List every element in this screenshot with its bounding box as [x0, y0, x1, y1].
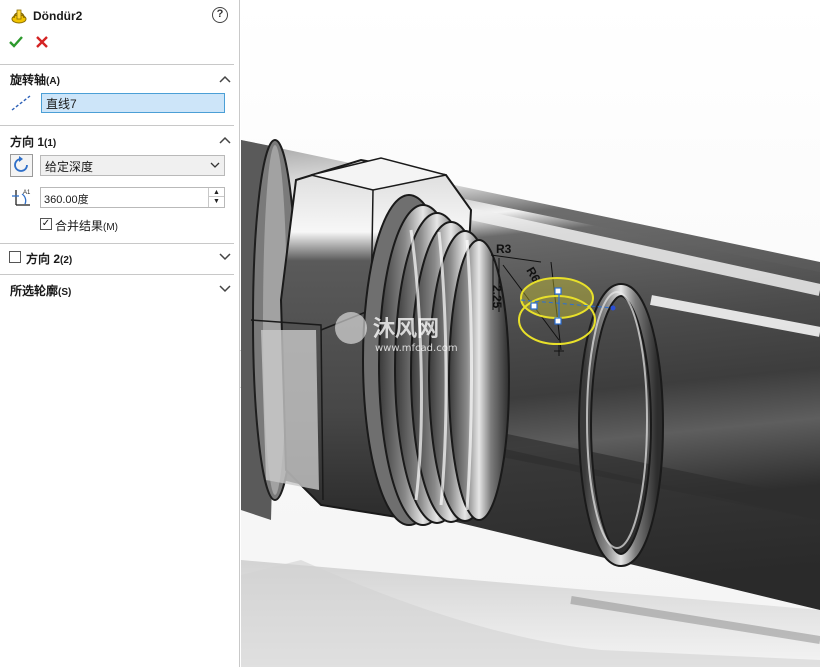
chevron-down-icon[interactable]: [219, 253, 231, 261]
axis-section-title: 旋转轴: [10, 73, 47, 87]
angle-value: 360.00度: [44, 194, 89, 206]
direction1-section-header[interactable]: 方向 1(1): [10, 133, 56, 150]
chevron-up-icon[interactable]: [219, 136, 231, 144]
contours-title: 所选轮廓: [10, 284, 59, 298]
axis-line-icon: [11, 95, 31, 111]
merge-result-label: 合并结果(M): [55, 217, 118, 234]
end-condition-value: 给定深度: [45, 160, 94, 174]
dimension-label[interactable]: R3: [496, 242, 512, 256]
spin-up-icon[interactable]: ▲: [209, 188, 224, 197]
feature-title: Döndür2: [33, 9, 83, 23]
end-condition-select[interactable]: 给定深度: [40, 155, 225, 176]
ok-checkmark-button[interactable]: [8, 34, 24, 50]
angle-spinner[interactable]: ▲ ▼: [208, 188, 224, 207]
divider: [0, 243, 234, 244]
merge-result-text: 合并结果: [55, 219, 104, 233]
direction2-section-header[interactable]: 方向 2(2): [26, 250, 72, 267]
dimension-label[interactable]: 2.25: [490, 285, 504, 309]
chevron-down-icon: [210, 162, 220, 168]
graphics-viewport[interactable]: R3 R6 2.25 沐风网 www.mfcad.com: [241, 0, 820, 667]
reverse-direction-icon: [14, 156, 28, 172]
axis-section-shortcut: (A): [46, 76, 60, 87]
model-view: R3 R6 2.25 沐风网 www.mfcad.com: [241, 0, 820, 667]
feature-header: Döndür2 ?: [0, 0, 240, 32]
direction2-title: 方向 2: [26, 252, 61, 266]
contours-shortcut: (S): [58, 287, 72, 298]
divider: [0, 274, 234, 275]
angle-input[interactable]: 360.00度 ▲ ▼: [40, 187, 225, 208]
chevron-down-icon[interactable]: [219, 285, 231, 293]
axis-selection-field[interactable]: 直线7: [41, 93, 225, 113]
reverse-direction-button[interactable]: [10, 154, 33, 177]
spin-down-icon[interactable]: ▼: [209, 197, 224, 206]
angle-icon: A1: [12, 190, 31, 206]
help-button[interactable]: ?: [212, 7, 228, 23]
svg-text:A1: A1: [23, 190, 31, 196]
chevron-up-icon[interactable]: [219, 75, 231, 83]
axis-section-header[interactable]: 旋转轴(A): [10, 71, 60, 88]
merge-result-shortcut: (M): [103, 222, 119, 233]
direction1-title: 方向 1: [10, 135, 45, 149]
direction1-shortcut: (1): [44, 138, 57, 149]
contours-section-header[interactable]: 所选轮廓(S): [10, 282, 71, 299]
direction2-shortcut: (2): [60, 255, 73, 266]
property-manager: Döndür2 ? 旋转轴(A) 直线7 方向 1(1) 给定深度 A1 360…: [0, 0, 240, 667]
merge-result-checkbox[interactable]: ✓: [40, 218, 52, 230]
revolve-feature-icon: [11, 9, 27, 24]
cancel-x-button[interactable]: [35, 35, 49, 49]
divider: [0, 64, 234, 65]
watermark-url: www.mfcad.com: [375, 343, 458, 354]
divider: [0, 125, 234, 126]
direction2-checkbox[interactable]: [9, 251, 21, 263]
watermark-brand: 沐风网: [373, 317, 439, 342]
